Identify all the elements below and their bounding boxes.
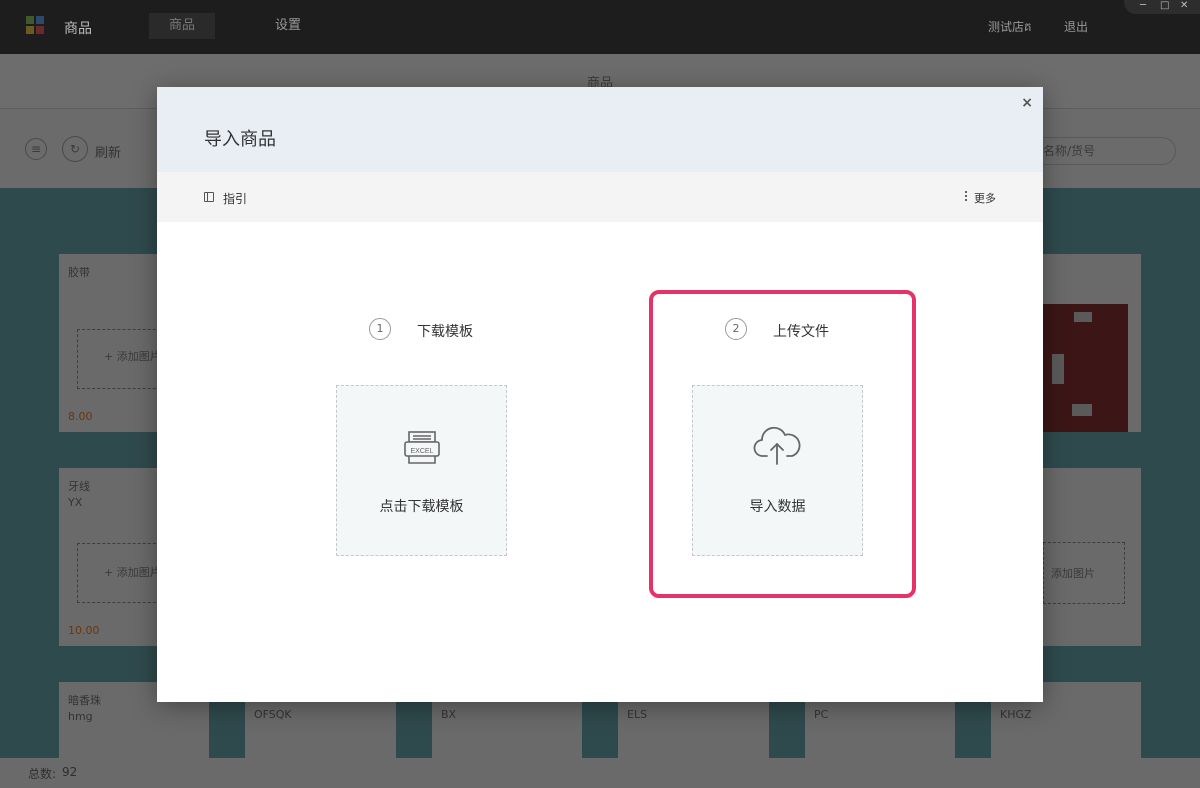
product-name: 牙线 — [68, 480, 90, 493]
dialog-header: 导入商品 × — [157, 87, 1043, 172]
guide-bar: 指引 更多 — [157, 172, 1043, 222]
app-topbar: 商品 商品 设置 测试店គ 退出 ─ □ ✕ — [0, 0, 1200, 54]
product-code: BX — [441, 708, 457, 721]
nav-tab-settings[interactable]: 设置 — [255, 13, 321, 39]
guide-button[interactable]: 指引 — [223, 190, 247, 207]
total-count: 92 — [62, 765, 78, 779]
download-template-button[interactable]: EXCEL 点击下载模板 — [336, 385, 507, 556]
product-code: hmg — [68, 710, 93, 723]
sidebar-icon[interactable] — [204, 192, 214, 202]
nav-tab-products[interactable]: 商品 — [149, 13, 216, 39]
product-card[interactable]: 牙线 YX + 添加图片 10.00 — [59, 468, 171, 646]
minimize-icon[interactable]: ─ — [1140, 1, 1146, 11]
product-name: 胶带 — [68, 266, 90, 279]
svg-text:EXCEL: EXCEL — [411, 448, 434, 455]
product-image — [1042, 304, 1128, 432]
close-window-icon[interactable]: ✕ — [1180, 1, 1188, 11]
product-name: 暗香珠 — [68, 694, 101, 707]
total-label: 总数: — [28, 767, 57, 781]
window-controls: ─ □ ✕ — [1124, 0, 1200, 14]
store-name[interactable]: 测试店គ — [988, 18, 1032, 37]
download-template-label: 点击下载模板 — [379, 499, 464, 515]
product-code: KHGZ — [1000, 708, 1032, 721]
step-number-badge: 1 — [369, 318, 391, 340]
status-bar: 总数: 92 — [0, 758, 1200, 788]
excel-icon: EXCEL — [404, 431, 440, 464]
search-input[interactable]: 名称/货号 — [1020, 137, 1176, 165]
product-code: ELS — [627, 708, 648, 721]
dialog-title: 导入商品 — [204, 129, 276, 150]
add-image-button[interactable]: 添加图片 — [1043, 542, 1125, 604]
product-code: YX — [68, 496, 83, 509]
more-vertical-icon[interactable] — [965, 191, 967, 201]
product-card[interactable] — [1040, 254, 1141, 432]
product-code: PC — [814, 708, 829, 721]
refresh-icon[interactable]: ↻ — [62, 136, 88, 162]
close-icon[interactable]: × — [1021, 95, 1033, 111]
product-card[interactable]: 添加图片 — [1040, 468, 1141, 646]
app-logo — [26, 16, 46, 36]
product-price: 8.00 — [68, 410, 93, 423]
maximize-icon[interactable]: □ — [1160, 1, 1169, 11]
step-highlight-frame — [649, 290, 916, 598]
more-button[interactable]: 更多 — [974, 190, 996, 206]
logout-link[interactable]: 退出 — [1064, 18, 1088, 35]
product-code: OFSQK — [254, 708, 292, 721]
product-card[interactable]: 胶带 + 添加图片 8.00 — [59, 254, 171, 432]
menu-button[interactable]: ≡ — [25, 138, 47, 160]
step-title: 下载模板 — [417, 324, 473, 340]
refresh-button[interactable]: 刷新 — [95, 142, 121, 161]
product-price: 10.00 — [68, 624, 100, 637]
import-products-dialog: 导入商品 × 指引 更多 1 下载模板 EXCEL 点击下载模板 2 上传文件 … — [157, 87, 1043, 702]
app-name: 商品 — [64, 21, 92, 37]
